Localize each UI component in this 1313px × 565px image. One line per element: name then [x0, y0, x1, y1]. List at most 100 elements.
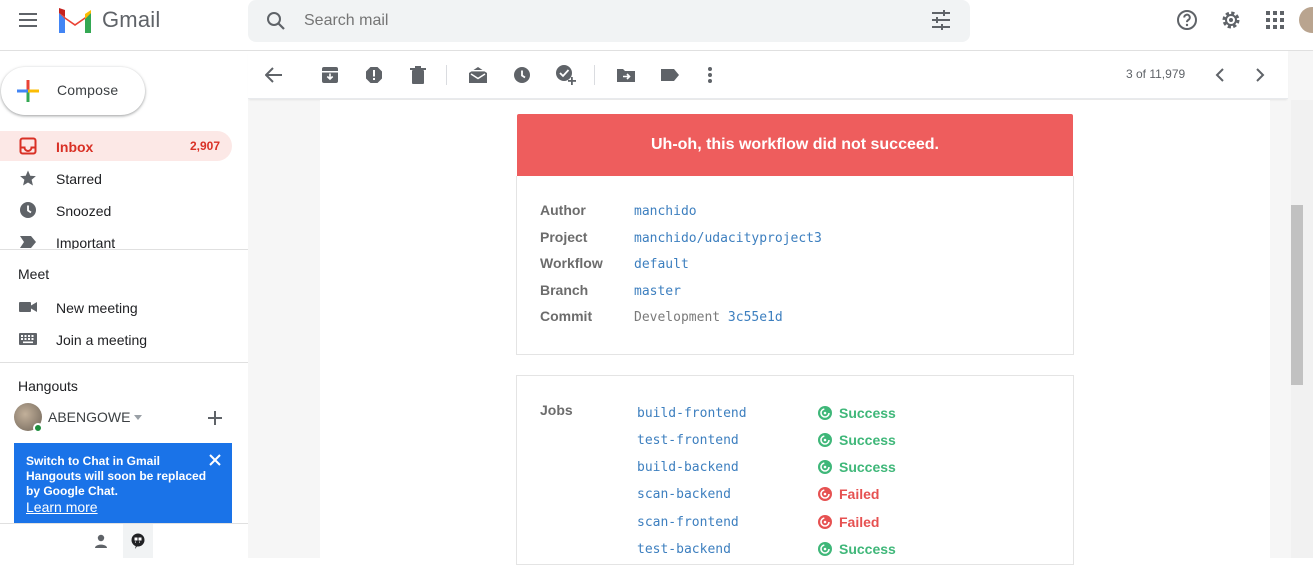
sidebar-item-label: New meeting: [56, 300, 138, 316]
search-bar[interactable]: [248, 0, 970, 42]
job-status: Success: [817, 458, 896, 476]
search-icon[interactable]: [264, 9, 288, 33]
job-status: Success: [817, 431, 896, 449]
contacts-tab[interactable]: [86, 524, 116, 558]
support-button[interactable]: [1165, 0, 1209, 40]
top-bar: Gmail: [0, 0, 1313, 48]
snooze-button[interactable]: [510, 63, 534, 87]
info-value-link[interactable]: manchido/udacityproject3: [634, 231, 822, 246]
status-success-icon: [818, 460, 832, 474]
sidebar-item-starred[interactable]: Starred: [0, 163, 232, 193]
info-key: Project: [540, 229, 588, 245]
job-row: build-frontend Success: [517, 404, 1075, 424]
compose-label: Compose: [57, 82, 119, 98]
job-status-label: Success: [839, 459, 896, 475]
info-value-link[interactable]: default: [634, 257, 689, 272]
info-value-link[interactable]: master: [634, 284, 681, 299]
apps-button[interactable]: [1253, 0, 1297, 40]
move-to-folder-icon: [617, 69, 635, 82]
info-key: Workflow: [540, 255, 603, 271]
sidebar-item-label: Important: [56, 235, 116, 249]
status-success-icon: [818, 406, 832, 420]
sidebar-bottom-tabs: [0, 523, 248, 558]
job-name-link[interactable]: scan-backend: [637, 487, 731, 502]
scrollbar-thumb[interactable]: [1291, 205, 1303, 385]
online-status-dot: [33, 423, 43, 433]
more-vert-icon: [708, 67, 712, 83]
job-status: Success: [817, 540, 896, 558]
chevron-down-icon[interactable]: [134, 414, 143, 420]
settings-button[interactable]: [1209, 0, 1253, 40]
move-to-button[interactable]: [614, 63, 638, 87]
chevron-right-icon: [1256, 68, 1265, 82]
label-icon: [661, 69, 679, 81]
gmail-m-icon: [59, 8, 91, 33]
add-icon[interactable]: [206, 409, 224, 427]
more-options-button[interactable]: [698, 63, 722, 87]
sidebar-item-important[interactable]: Important: [0, 227, 232, 249]
sidebar-item-inbox[interactable]: Inbox 2,907: [0, 131, 232, 161]
labels-button[interactable]: [658, 63, 682, 87]
scrollbar[interactable]: [1291, 100, 1313, 558]
trash-icon: [410, 66, 426, 84]
person-icon: [95, 534, 107, 548]
hangouts-tab[interactable]: [123, 524, 153, 558]
message-position-counter: 3 of 11,979: [1126, 67, 1186, 81]
arrow-back-icon: [265, 67, 282, 83]
close-icon[interactable]: [208, 453, 222, 467]
job-name-link[interactable]: scan-frontend: [637, 515, 739, 530]
archive-icon: [322, 67, 338, 83]
compose-plus-icon: [17, 80, 39, 102]
info-value-link[interactable]: manchido: [634, 204, 697, 219]
workflow-status-banner: Uh-oh, this workflow did not succeed.: [517, 114, 1073, 176]
hangouts-user[interactable]: ABENGOWE: [14, 403, 143, 433]
help-icon: [1177, 10, 1197, 30]
clock-icon: [18, 200, 38, 220]
job-name-link[interactable]: test-frontend: [637, 433, 739, 448]
sidebar-item-join-meeting[interactable]: Join a meeting: [0, 324, 232, 354]
job-row: scan-frontend Failed: [517, 513, 1075, 533]
add-to-tasks-button[interactable]: [554, 63, 578, 87]
chevron-left-icon: [1215, 68, 1224, 82]
status-failed-icon: [818, 515, 832, 529]
archive-button[interactable]: [318, 63, 342, 87]
compose-button[interactable]: Compose: [1, 67, 145, 115]
hangouts-quote-icon: [131, 533, 145, 549]
job-status-label: Failed: [839, 514, 880, 530]
mark-as-unread-icon: [469, 67, 487, 83]
app-title: Gmail: [102, 7, 161, 32]
meet-section-title: Meet: [18, 266, 50, 282]
chat-card-body: Hangouts will soon be replaced by Google…: [26, 469, 207, 498]
toolbar-divider: [594, 65, 595, 85]
job-name-link[interactable]: test-backend: [637, 542, 731, 557]
main-menu-button[interactable]: [12, 4, 44, 36]
gear-icon: [1222, 11, 1240, 29]
commit-hash-link[interactable]: 3c55e1d: [728, 310, 783, 325]
sidebar-item-new-meeting[interactable]: New meeting: [0, 292, 232, 322]
label-important-icon: [18, 232, 38, 249]
status-success-icon: [818, 433, 832, 447]
gmail-logo[interactable]: Gmail: [56, 4, 160, 36]
account-avatar[interactable]: [1299, 7, 1313, 33]
report-spam-button[interactable]: [362, 63, 386, 87]
job-status-label: Failed: [839, 486, 880, 502]
search-input[interactable]: [304, 0, 904, 42]
older-message-button[interactable]: [1248, 63, 1272, 87]
job-status: Failed: [817, 513, 879, 531]
newer-message-button[interactable]: [1208, 63, 1232, 87]
back-button[interactable]: [262, 63, 286, 87]
mark-unread-button[interactable]: [466, 63, 490, 87]
learn-more-link[interactable]: Learn more: [26, 499, 220, 515]
job-name-link[interactable]: build-backend: [637, 460, 739, 475]
hamburger-menu-icon: [19, 13, 37, 27]
job-name-link[interactable]: build-frontend: [637, 406, 747, 421]
sidebar-divider: [0, 362, 248, 363]
delete-button[interactable]: [406, 63, 430, 87]
search-options-icon[interactable]: [930, 9, 952, 31]
chat-card-title: Switch to Chat in Gmail: [26, 454, 161, 468]
sidebar-item-snoozed[interactable]: Snoozed: [0, 195, 232, 225]
hangouts-section-title: Hangouts: [18, 378, 78, 394]
sidebar-item-label: Join a meeting: [56, 332, 148, 348]
star-icon: [18, 168, 38, 188]
job-status-label: Success: [839, 432, 896, 448]
